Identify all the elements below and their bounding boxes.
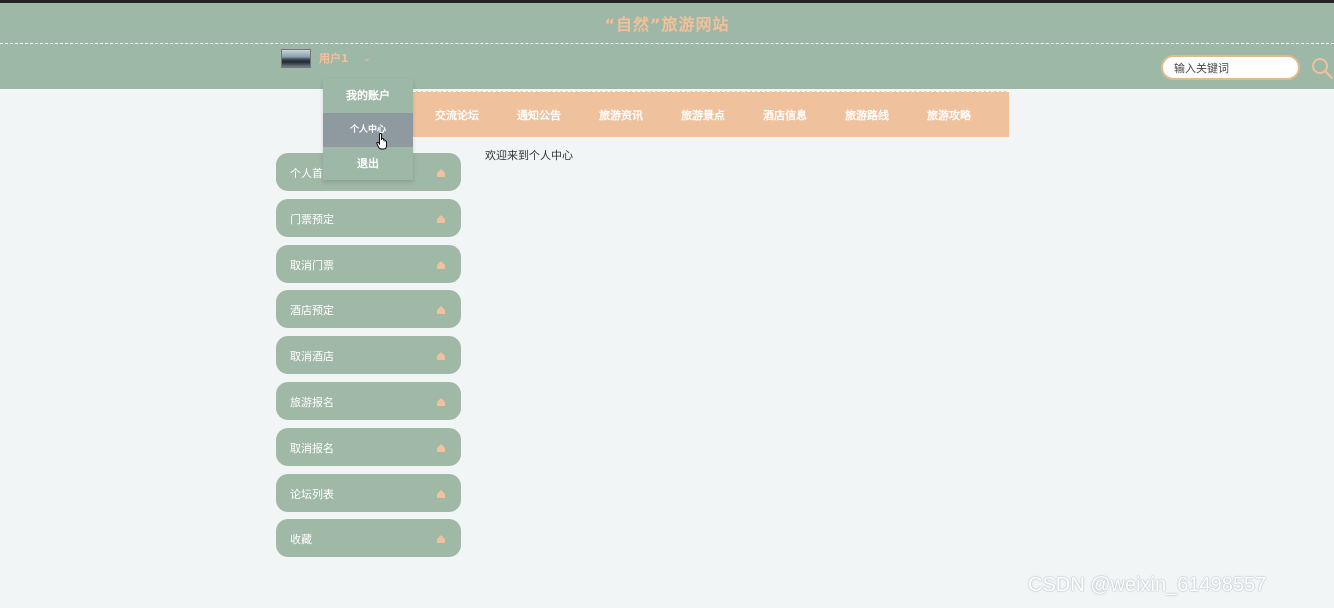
dropdown-item-my-account[interactable]: 我的账户 xyxy=(323,79,413,113)
sidebar-item-label: 取消门票 xyxy=(290,258,334,272)
sidebar-item-label: 论坛列表 xyxy=(290,487,334,501)
nav-item-attractions[interactable]: 旅游景点 xyxy=(681,107,763,123)
sidebar-item-label: 旅游报名 xyxy=(290,395,334,409)
nav-item-forum[interactable]: 交流论坛 xyxy=(435,107,517,123)
home-icon xyxy=(437,443,445,452)
user-menu[interactable]: 用户1 ⌄ xyxy=(281,48,371,68)
sidebar-item-forum-list[interactable]: 论坛列表 xyxy=(276,473,461,512)
sidebar-item-cancel-ticket[interactable]: 取消门票 xyxy=(276,244,461,283)
welcome-text: 欢迎来到个人中心 xyxy=(485,149,573,162)
watermark: CSDN @weixin_61498557 xyxy=(1028,574,1267,596)
nav-item-hotels[interactable]: 酒店信息 xyxy=(763,107,845,123)
home-icon xyxy=(437,489,445,498)
home-icon xyxy=(437,260,445,269)
home-icon xyxy=(437,352,445,361)
home-icon xyxy=(437,214,445,223)
home-icon xyxy=(437,306,445,315)
sidebar-item-label: 取消报名 xyxy=(290,441,334,455)
avatar[interactable] xyxy=(281,48,311,68)
nav-item-routes[interactable]: 旅游路线 xyxy=(845,107,927,123)
dropdown-item-logout[interactable]: 退出 xyxy=(323,147,413,181)
home-icon xyxy=(437,397,445,406)
search-icon[interactable] xyxy=(1310,56,1334,80)
sidebar-item-favorites[interactable]: 收藏 xyxy=(276,519,461,558)
sidebar-item-ticket-booking[interactable]: 门票预定 xyxy=(276,198,461,237)
sidebar-item-hotel-booking[interactable]: 酒店预定 xyxy=(276,290,461,329)
chevron-down-icon[interactable]: ⌄ xyxy=(363,53,371,64)
user-dropdown-menu: 我的账户 个人中心 退出 xyxy=(323,79,413,180)
main-nav: 交流论坛 通知公告 旅游资讯 旅游景点 酒店信息 旅游路线 旅游攻略 xyxy=(413,91,1009,137)
dropdown-item-personal-center[interactable]: 个人中心 xyxy=(323,113,413,147)
sidebar: 个人首页 门票预定 取消门票 酒店预定 取消酒店 旅游报名 取消报名 论坛列表 … xyxy=(276,153,461,565)
search-input[interactable] xyxy=(1172,57,1296,80)
sidebar-item-cancel-signup[interactable]: 取消报名 xyxy=(276,427,461,466)
sidebar-item-label: 收藏 xyxy=(290,533,312,547)
sidebar-item-tour-signup[interactable]: 旅游报名 xyxy=(276,381,461,420)
nav-item-notice[interactable]: 通知公告 xyxy=(517,107,599,123)
home-icon xyxy=(437,535,445,544)
nav-item-travel-news[interactable]: 旅游资讯 xyxy=(599,107,681,123)
search-box[interactable] xyxy=(1161,55,1300,80)
home-icon xyxy=(437,169,445,177)
hand-cursor-icon xyxy=(376,133,387,150)
header-divider xyxy=(0,43,1334,44)
site-title: “自然”旅游网站 xyxy=(604,15,730,34)
sidebar-item-label: 取消酒店 xyxy=(290,350,334,364)
sidebar-item-label: 酒店预定 xyxy=(290,304,334,318)
nav-item-guides[interactable]: 旅游攻略 xyxy=(927,107,1009,123)
sidebar-item-label: 门票预定 xyxy=(290,212,334,226)
sidebar-item-cancel-hotel[interactable]: 取消酒店 xyxy=(276,336,461,375)
site-header: “自然”旅游网站 xyxy=(0,3,1334,89)
user-name[interactable]: 用户1 xyxy=(319,50,349,66)
